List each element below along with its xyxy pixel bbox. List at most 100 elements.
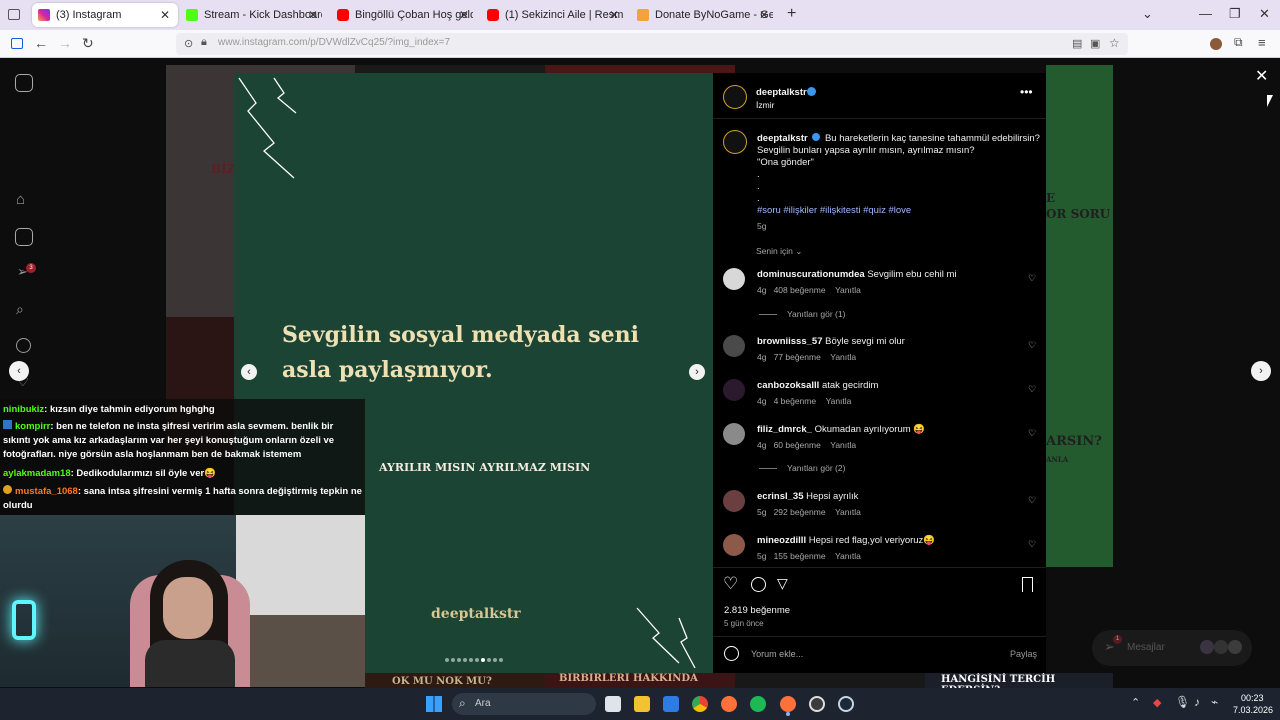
firefox-icon[interactable]	[721, 696, 737, 712]
tab-youtube-coban[interactable]: Bingöllü Çoban Hoş geldiniz - Y ✕	[331, 3, 477, 27]
file-explorer-icon[interactable]	[634, 696, 650, 712]
next-post-button[interactable]: ›	[1251, 361, 1271, 381]
back-button[interactable]: ←	[34, 35, 48, 51]
steam-icon[interactable]	[838, 696, 854, 712]
grid-tile[interactable]	[355, 65, 545, 73]
close-window-button[interactable]: ✕	[1259, 6, 1270, 22]
like-count[interactable]: 2.819 beğenme	[724, 605, 790, 616]
volume-icon[interactable]: ♪	[1194, 695, 1200, 709]
caption-author-avatar[interactable]	[723, 130, 747, 154]
comment-avatar[interactable]	[723, 379, 745, 401]
explore-icon[interactable]	[16, 338, 31, 353]
comment-like-count[interactable]: 4 beğenme	[774, 396, 817, 406]
reply-button[interactable]: Yanıtla	[835, 551, 861, 561]
search-icon[interactable]: ⌕	[16, 301, 24, 318]
emoji-icon[interactable]	[724, 646, 739, 661]
tab-list-chevron-icon[interactable]: ⌄	[1142, 6, 1153, 22]
reload-button[interactable]: ↻	[82, 35, 94, 52]
obs-icon[interactable]	[809, 696, 825, 712]
start-button-icon[interactable]	[426, 696, 442, 712]
previous-post-button[interactable]: ‹	[9, 361, 29, 381]
comment-like-count[interactable]: 292 beğenme	[774, 507, 826, 517]
url-text[interactable]: www.instagram.com/p/DVWdlZvCq25/?img_ind…	[218, 37, 450, 48]
restore-button[interactable]: ❐	[1229, 6, 1241, 22]
task-view-icon[interactable]	[605, 696, 621, 712]
comment-username[interactable]: mineozdilll	[757, 535, 806, 546]
comment-like-icon[interactable]: ♡	[1028, 384, 1036, 395]
instagram-logo-icon[interactable]	[15, 74, 33, 92]
clock-date[interactable]: 7.03.2026	[1233, 705, 1273, 715]
close-tab-icon[interactable]: ✕	[759, 8, 769, 22]
microphone-icon[interactable]: 🎙︎	[1175, 695, 1190, 709]
save-bookmark-icon[interactable]	[1022, 577, 1033, 592]
comment-like-icon[interactable]: ♡	[1028, 340, 1036, 351]
grid-tile[interactable]	[545, 65, 735, 73]
tab-kick-dashboard[interactable]: Stream - Kick Dashboard ✕	[180, 3, 326, 27]
reply-button[interactable]: Yanıtla	[835, 285, 861, 295]
comment-username[interactable]: ecrinsl_35	[757, 491, 803, 502]
comment-username[interactable]: filiz_dmrck_	[757, 424, 812, 435]
comment-username[interactable]: browniisss_57	[757, 336, 822, 347]
comment-like-count[interactable]: 77 beğenme	[774, 352, 821, 362]
extensions-icon[interactable]: ⧉	[1234, 35, 1243, 50]
share-icon[interactable]: ▽	[777, 575, 788, 592]
comment-avatar[interactable]	[723, 423, 745, 445]
tray-app-icon[interactable]: ◆	[1153, 696, 1161, 709]
clock-time[interactable]: 00:23	[1241, 693, 1264, 703]
chrome-icon[interactable]	[692, 696, 708, 712]
firefox-active-icon[interactable]	[780, 696, 796, 712]
tab-overview-icon[interactable]	[8, 9, 20, 20]
forward-button[interactable]: →	[58, 35, 72, 51]
comment-like-icon[interactable]: ♡	[1028, 495, 1036, 506]
comment-avatar[interactable]	[723, 335, 745, 357]
sidebar-toggle-icon[interactable]	[11, 38, 23, 49]
tab-youtube-sekizinci-aile[interactable]: (1) Sekizinci Aile | Resmi Fragma ✕	[481, 3, 627, 27]
grid-tile[interactable]: E OR SORU	[1046, 65, 1113, 317]
reply-button[interactable]: Yanıtla	[830, 440, 856, 450]
reels-icon[interactable]	[15, 228, 33, 246]
comment-like-count[interactable]: 408 beğenme	[774, 285, 826, 295]
comment-icon[interactable]	[751, 577, 766, 592]
tab-bynogame-donate[interactable]: Donate ByNoGame - Gelen/Gid ✕	[631, 3, 777, 27]
store-icon[interactable]	[663, 696, 679, 712]
reply-button[interactable]: Yanıtla	[826, 396, 852, 406]
close-tab-icon[interactable]: ✕	[609, 8, 619, 22]
grid-tile[interactable]	[735, 673, 925, 688]
comment-avatar[interactable]	[723, 490, 745, 512]
grid-tile[interactable]: OK MU NOK MU?	[365, 673, 545, 688]
grid-tile[interactable]: ARSIN? ANLA	[1046, 317, 1113, 567]
view-replies-button[interactable]: Yanıtları gör (2)	[758, 463, 845, 473]
author-avatar[interactable]	[723, 85, 747, 109]
comment-like-icon[interactable]: ♡	[1028, 428, 1036, 439]
pip-icon[interactable]: ▣	[1090, 37, 1100, 50]
taskbar-search[interactable]: ⌕ Ara	[452, 693, 596, 715]
network-icon[interactable]: ⌁	[1211, 695, 1218, 709]
view-replies-button[interactable]: Yanıtları gör (1)	[758, 309, 845, 319]
messages-pill[interactable]: ➢ 1 Mesajlar	[1092, 630, 1252, 666]
tray-chevron-icon[interactable]: ⌃	[1131, 696, 1140, 709]
sort-dropdown[interactable]: Senin için ⌄	[756, 246, 802, 257]
comment-username[interactable]: dominuscurationumdea	[757, 269, 865, 280]
bookmark-star-icon[interactable]: ☆	[1109, 36, 1120, 50]
grid-tile[interactable]: HANGİSİNİ TERCİH EDERSİN?	[925, 673, 1113, 696]
close-modal-icon[interactable]: ✕	[1255, 66, 1268, 86]
close-tab-icon[interactable]: ✕	[160, 8, 170, 22]
menu-icon[interactable]: ≡	[1258, 35, 1266, 50]
minimize-button[interactable]: —	[1199, 6, 1212, 21]
comment-input[interactable]: Yorum ekle...	[751, 649, 803, 659]
close-tab-icon[interactable]: ✕	[459, 8, 469, 22]
comment-avatar[interactable]	[723, 268, 745, 290]
reply-button[interactable]: Yanıtla	[830, 352, 856, 362]
new-tab-button[interactable]: +	[787, 5, 796, 23]
grid-tile[interactable]: BİRBİRLERİ HAKKINDA	[545, 673, 735, 688]
home-icon[interactable]: ⌂	[16, 191, 25, 208]
reply-button[interactable]: Yanıtla	[835, 507, 861, 517]
address-bar[interactable]: ⊙ 🔒︎ www.instagram.com/p/DVWdlZvCq25/?im…	[176, 33, 1128, 55]
comment-like-icon[interactable]: ♡	[1028, 539, 1036, 550]
comment-like-count[interactable]: 155 beğenme	[774, 551, 826, 561]
reader-view-icon[interactable]: ▤	[1072, 37, 1082, 50]
caption-hashtags[interactable]: #soru #ilişkiler #ilişkitesti #quiz #lov…	[757, 205, 911, 216]
author-username[interactable]: deeptalkstr	[756, 87, 807, 98]
tab-instagram[interactable]: (3) Instagram ✕	[32, 3, 178, 27]
spotify-icon[interactable]	[750, 696, 766, 712]
